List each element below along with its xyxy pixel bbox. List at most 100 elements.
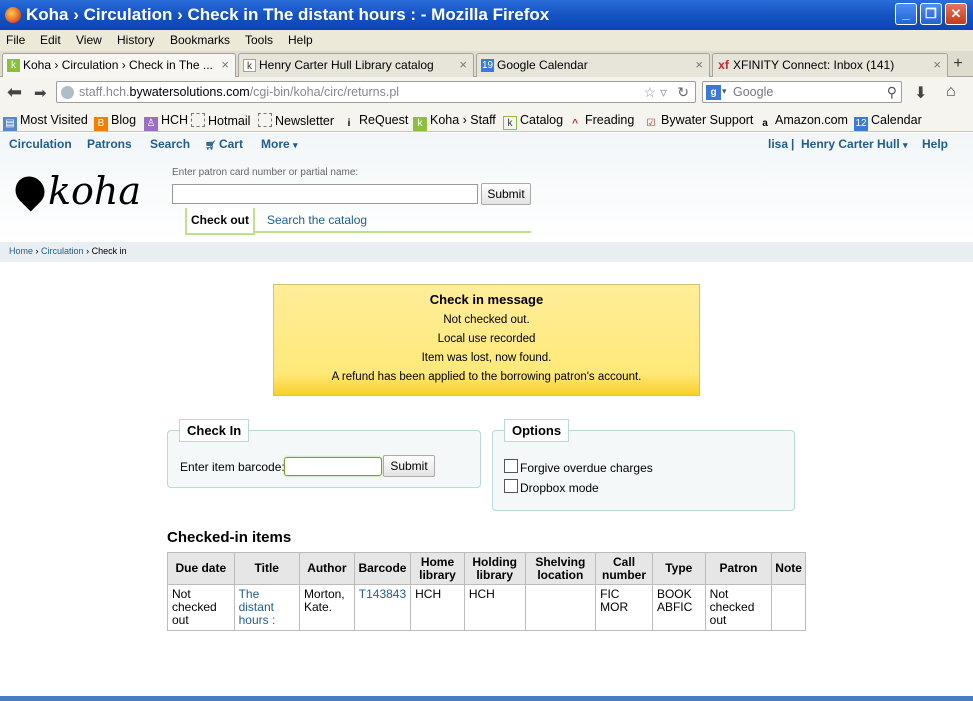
koha-page: Circulation Patrons Search 🛒︎ Cart More … [0, 133, 973, 701]
info-icon: i [347, 118, 351, 129]
new-tab-button[interactable]: + [947, 54, 969, 76]
menu-view[interactable]: View [76, 33, 102, 47]
forward-arrow-icon[interactable]: ➡ [34, 84, 47, 102]
nav-search[interactable]: Search [150, 137, 190, 151]
bookmark-blog[interactable]: B Blog [94, 113, 136, 131]
nav-cart[interactable]: 🛒︎ Cart [205, 137, 243, 151]
google-search-engine-icon[interactable]: g [706, 85, 721, 100]
title-link[interactable]: The distant hours : [239, 587, 276, 627]
barcode-input[interactable] [284, 457, 382, 476]
message-line: Local use recorded [437, 333, 536, 345]
breadcrumb-home[interactable]: Home [9, 246, 33, 256]
url-text[interactable]: staff.hch.bywatersolutions.com/cgi-bin/k… [79, 85, 399, 99]
options-legend: Options [504, 419, 570, 442]
checked-in-items-title: Checked-in items [167, 529, 292, 546]
bookmark-most-visited[interactable]: ▤ Most Visited [3, 113, 88, 131]
cell-barcode: T143843 [353, 584, 412, 631]
chevron-down-icon[interactable]: ▾ [722, 86, 727, 97]
koha-favicon-icon: k [243, 59, 256, 72]
search-icon[interactable]: ⚲ [887, 84, 897, 101]
menu-help[interactable]: Help [288, 33, 313, 47]
home-icon[interactable]: ⌂ [946, 83, 956, 101]
col-home-library[interactable]: Home library [410, 552, 465, 585]
menu-tools[interactable]: Tools [245, 33, 273, 47]
bookmark-koha-staff[interactable]: k Koha › Staff [413, 113, 496, 131]
breadcrumb-current: Check in [91, 246, 127, 256]
bookmark-request[interactable]: i ReQuest [342, 113, 409, 131]
col-patron[interactable]: Patron [704, 552, 773, 585]
site-identity-icon[interactable] [61, 86, 74, 99]
bottom-border [0, 696, 973, 701]
nav-more[interactable]: More ▾ [261, 137, 298, 151]
col-shelving-location[interactable]: Shelving location [524, 552, 597, 585]
col-holding-library[interactable]: Holding library [463, 552, 526, 585]
message-title: Check in message [429, 292, 544, 307]
tab-check-out[interactable]: Check out [185, 208, 255, 235]
download-icon[interactable]: ⬇ [914, 83, 927, 103]
tab-xfinity-inbox[interactable]: xf XFINITY Connect: Inbox (141) × [712, 53, 948, 77]
dropbox-mode-checkbox[interactable] [504, 479, 518, 493]
tab-bar: k Koha › Circulation › Check in The ... … [0, 51, 973, 77]
checkin-submit-button[interactable]: Submit [383, 455, 435, 477]
bookmark-calendar[interactable]: 12 Calendar [854, 113, 922, 131]
menu-bookmarks[interactable]: Bookmarks [170, 33, 230, 47]
navigation-bar: ⬅ ➡ staff.hch.bywatersolutions.com/cgi-b… [0, 77, 973, 108]
tab-label: Google Calendar [497, 58, 588, 72]
col-call-number[interactable]: Call number [595, 552, 653, 585]
nav-library[interactable]: Henry Carter Hull ▾ [801, 137, 908, 151]
col-author[interactable]: Author [298, 552, 355, 585]
bookmark-catalog[interactable]: k Catalog [503, 113, 563, 130]
barcode-link[interactable]: T143843 [359, 587, 406, 601]
nav-patrons[interactable]: Patrons [87, 137, 132, 151]
checkin-legend: Check In [179, 419, 250, 442]
cell-home-library: HCH [410, 584, 465, 631]
koha-logo[interactable]: koha [9, 169, 141, 213]
koha-drop-icon [9, 170, 51, 212]
tab-search-catalog[interactable]: Search the catalog [267, 213, 367, 227]
bookmark-amazon[interactable]: a Amazon.com [758, 113, 848, 131]
col-barcode[interactable]: Barcode [353, 552, 412, 585]
bookmark-freading[interactable]: ^ Freading [568, 113, 634, 131]
minimize-button[interactable]: _ [895, 3, 917, 25]
nav-help[interactable]: Help [922, 137, 948, 151]
maximize-button[interactable]: ❐ [920, 3, 942, 25]
tab-google-calendar[interactable]: 19 Google Calendar × [476, 53, 710, 77]
tab-koha-checkin[interactable]: k Koha › Circulation › Check in The ... … [2, 53, 236, 77]
cell-holding-library: HCH [463, 584, 526, 631]
tab-close-icon[interactable]: × [221, 57, 229, 72]
col-note[interactable]: Note [771, 552, 806, 585]
close-window-button[interactable]: ✕ [945, 3, 967, 25]
search-bar[interactable]: g ▾ Google ⚲ [702, 81, 902, 103]
col-title[interactable]: Title [233, 552, 300, 585]
bookmark-star-icon[interactable]: ☆ ▿ [644, 84, 667, 101]
tab-close-icon[interactable]: × [933, 57, 941, 72]
bookmark-newsletter[interactable]: Newsletter [258, 113, 334, 128]
table-row: Not checked out The distant hours : Mort… [167, 584, 806, 631]
reload-icon[interactable]: ↻ [677, 84, 689, 101]
url-bar[interactable]: staff.hch.bywatersolutions.com/cgi-bin/k… [56, 81, 696, 103]
tab-label: Koha › Circulation › Check in The ... [23, 58, 213, 72]
back-arrow-icon[interactable]: ⬅ [7, 82, 22, 103]
breadcrumb-circulation[interactable]: Circulation [41, 246, 84, 256]
bookmark-hch[interactable]: ♙ HCH [144, 113, 188, 131]
menu-file[interactable]: File [6, 33, 25, 47]
tab-close-icon[interactable]: × [459, 57, 467, 72]
bookmark-hotmail[interactable]: Hotmail [191, 113, 250, 128]
hch-icon: ♙ [144, 117, 158, 131]
cell-type: BOOK ABFIC [651, 584, 706, 631]
tab-close-icon[interactable]: × [695, 57, 703, 72]
col-type[interactable]: Type [651, 552, 706, 585]
menu-history[interactable]: History [117, 33, 154, 47]
nav-circulation[interactable]: Circulation [9, 137, 72, 151]
patron-search-input[interactable] [172, 184, 478, 204]
tab-hch-catalog[interactable]: k Henry Carter Hull Library catalog × [238, 53, 474, 77]
col-due-date[interactable]: Due date [167, 552, 235, 585]
forgive-charges-checkbox[interactable] [504, 459, 518, 473]
bookmark-bywater-support[interactable]: ☑ Bywater Support [644, 113, 754, 131]
patron-submit-button[interactable]: Submit [481, 183, 531, 205]
xfinity-favicon-icon: xf [718, 58, 729, 72]
nav-user[interactable]: lisa [768, 137, 788, 151]
koha-header: Circulation Patrons Search 🛒︎ Cart More … [0, 133, 973, 242]
page-icon [258, 113, 272, 127]
menu-edit[interactable]: Edit [40, 33, 61, 47]
